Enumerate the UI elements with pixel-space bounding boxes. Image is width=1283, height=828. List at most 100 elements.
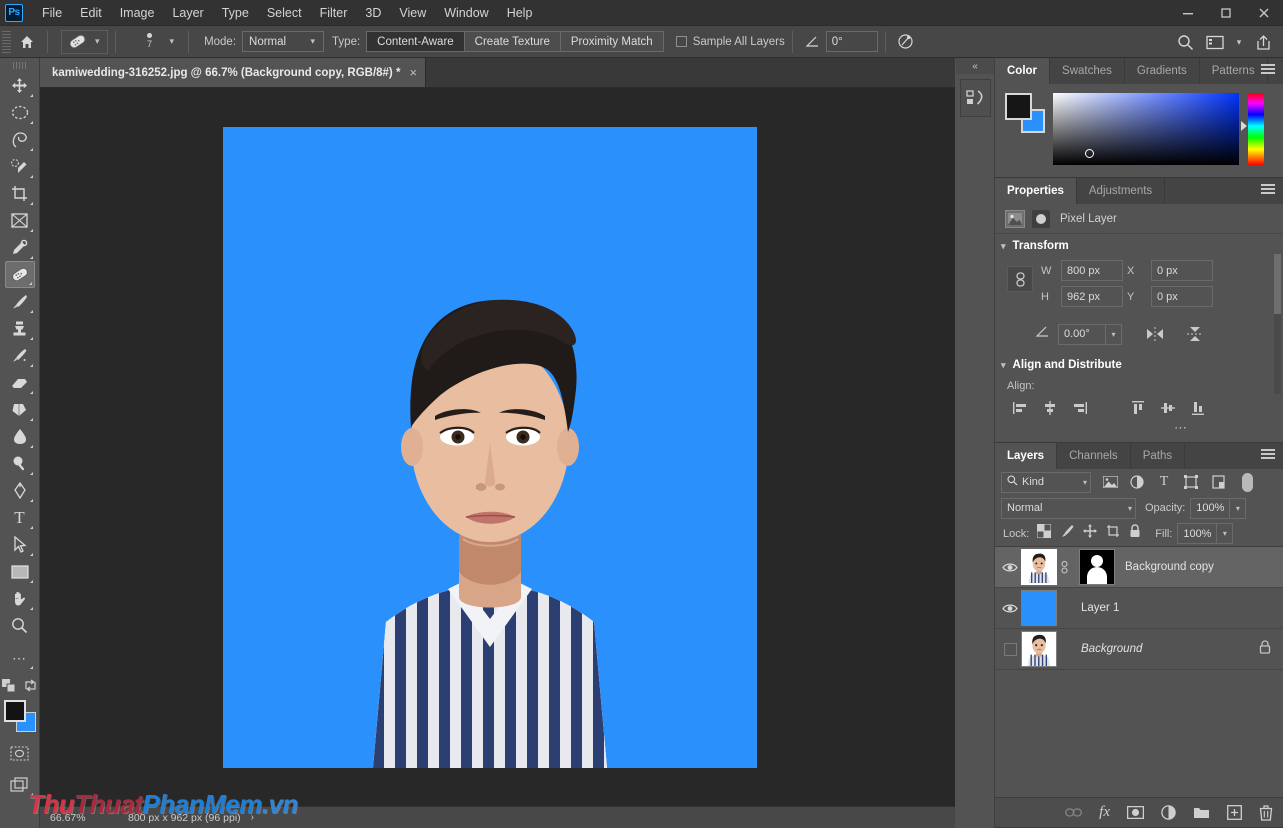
rectangle-tool[interactable] — [5, 558, 35, 585]
smart-object-filter-icon[interactable] — [1210, 474, 1226, 490]
menu-window[interactable]: Window — [435, 2, 497, 24]
eraser-tool[interactable] — [5, 369, 35, 396]
align-left-icon[interactable] — [1011, 400, 1029, 416]
chevron-down-icon[interactable]: ▾ — [1106, 323, 1122, 345]
gradient-tool[interactable] — [5, 396, 35, 423]
hue-slider[interactable] — [1241, 93, 1264, 165]
rotation-angle-input[interactable]: 0.00° — [1058, 323, 1106, 345]
tab-patterns[interactable]: Patterns — [1200, 58, 1268, 84]
menu-select[interactable]: Select — [258, 2, 311, 24]
sample-all-layers-checkbox[interactable]: Sample All Layers — [675, 36, 785, 48]
elliptical-marquee-tool[interactable] — [5, 99, 35, 126]
lock-position-icon[interactable] — [1083, 524, 1098, 543]
maximize-button[interactable] — [1207, 0, 1245, 26]
quick-selection-tool[interactable] — [5, 153, 35, 180]
swap-colors-icon[interactable] — [24, 679, 37, 696]
height-input[interactable]: 962 px — [1061, 286, 1123, 307]
layer-mask-icon[interactable] — [1032, 209, 1050, 228]
menu-3d[interactable]: 3D — [356, 2, 390, 24]
pen-tool[interactable] — [5, 477, 35, 504]
tool-preset-picker[interactable]: ▾ — [61, 29, 108, 54]
adjustment-filter-icon[interactable] — [1129, 474, 1145, 490]
x-input[interactable]: 0 px — [1151, 260, 1213, 281]
align-section-header[interactable]: ▾ Align and Distribute — [995, 353, 1283, 377]
type-create-texture-button[interactable]: Create Texture — [464, 32, 561, 51]
tab-color[interactable]: Color — [995, 58, 1051, 84]
lock-image-pixels-icon[interactable] — [1060, 524, 1074, 543]
foreground-color-swatch[interactable] — [1005, 93, 1032, 120]
canvas-area[interactable] — [40, 88, 955, 806]
new-layer-icon[interactable] — [1227, 805, 1242, 820]
pressure-size-icon[interactable] — [893, 30, 919, 54]
zoom-tool[interactable] — [5, 612, 35, 639]
foreground-color-swatch[interactable] — [3, 700, 26, 722]
menu-type[interactable]: Type — [213, 2, 258, 24]
color-picker-marker[interactable] — [1085, 149, 1094, 158]
collapse-panels-button[interactable]: « — [956, 58, 994, 74]
home-icon[interactable] — [14, 30, 40, 54]
brush-preset-picker[interactable]: 7 ▾ — [128, 29, 182, 55]
layer-visibility-toggle[interactable] — [999, 603, 1021, 614]
width-input[interactable]: 800 px — [1061, 260, 1123, 281]
hue-slider-marker[interactable] — [1241, 121, 1247, 131]
opacity-input[interactable]: 100% — [1190, 497, 1231, 519]
transform-section-header[interactable]: ▾ Transform — [995, 234, 1283, 258]
tab-swatches[interactable]: Swatches — [1050, 58, 1125, 84]
link-layers-icon[interactable] — [1065, 807, 1083, 818]
layer-name[interactable]: Layer 1 — [1081, 602, 1119, 614]
lock-transparent-pixels-icon[interactable] — [1036, 523, 1052, 543]
tab-properties[interactable]: Properties — [995, 178, 1077, 204]
table-row[interactable]: Layer 1 — [995, 588, 1283, 629]
history-brush-tool[interactable] — [5, 342, 35, 369]
toolbar-grip[interactable] — [12, 62, 27, 69]
eyedropper-tool[interactable] — [5, 234, 35, 261]
menu-image[interactable]: Image — [111, 2, 164, 24]
type-content-aware-button[interactable]: Content-Aware — [367, 32, 465, 51]
tab-gradients[interactable]: Gradients — [1125, 58, 1200, 84]
layer-thumbnail[interactable] — [1021, 631, 1057, 667]
chevron-down-icon[interactable]: ▾ — [1217, 523, 1234, 544]
menu-edit[interactable]: Edit — [71, 2, 111, 24]
crop-tool[interactable] — [5, 180, 35, 207]
close-icon[interactable]: × — [409, 65, 417, 80]
panel-menu-icon[interactable] — [1261, 184, 1275, 196]
hand-tool[interactable] — [5, 585, 35, 612]
document-tab[interactable]: kamiwedding-316252.jpg @ 66.7% (Backgrou… — [40, 58, 427, 87]
layer-mask-link-icon[interactable] — [1057, 560, 1071, 574]
layer-mask-thumbnail[interactable] — [1079, 549, 1115, 585]
layer-name[interactable]: Background — [1081, 643, 1142, 655]
lock-all-icon[interactable] — [1129, 524, 1141, 543]
brush-tool[interactable] — [5, 288, 35, 315]
minimize-button[interactable] — [1169, 0, 1207, 26]
brush-size-display[interactable]: 7 — [135, 29, 165, 55]
chevron-down-icon[interactable]: ▾ — [165, 36, 180, 47]
pixel-filter-icon[interactable] — [1102, 474, 1118, 490]
layer-thumbnail[interactable] — [1021, 549, 1057, 585]
flip-vertical-icon[interactable] — [1182, 323, 1208, 345]
move-tool[interactable] — [5, 72, 35, 99]
close-button[interactable] — [1245, 0, 1283, 26]
quick-mask-icon[interactable] — [5, 740, 35, 767]
chevron-down-icon[interactable]: ▾ — [1230, 497, 1247, 519]
fill-input[interactable]: 100% — [1177, 523, 1218, 544]
layer-blend-mode-select[interactable]: Normal ▾ — [1001, 497, 1136, 519]
layer-visibility-toggle[interactable] — [999, 642, 1021, 656]
menu-file[interactable]: File — [33, 2, 71, 24]
dodge-tool[interactable] — [5, 450, 35, 477]
type-filter-icon[interactable]: T — [1156, 474, 1172, 490]
color-field[interactable] — [1053, 93, 1239, 165]
table-row[interactable]: Background copy — [995, 547, 1283, 588]
layer-visibility-toggle[interactable] — [999, 562, 1021, 573]
tab-layers[interactable]: Layers — [995, 443, 1058, 469]
lasso-tool[interactable] — [5, 126, 35, 153]
align-bottom-icon[interactable] — [1189, 400, 1207, 416]
filter-enable-toggle[interactable] — [1242, 472, 1253, 492]
menu-filter[interactable]: Filter — [311, 2, 357, 24]
properties-scrollbar[interactable] — [1274, 254, 1281, 394]
blur-tool[interactable] — [5, 423, 35, 450]
y-input[interactable]: 0 px — [1151, 286, 1213, 307]
healing-brush-tool[interactable] — [4, 261, 35, 288]
menu-layer[interactable]: Layer — [163, 2, 212, 24]
layer-name[interactable]: Background copy — [1125, 561, 1214, 573]
layer-filter-kind-select[interactable]: Kind ▾ — [1001, 471, 1091, 493]
